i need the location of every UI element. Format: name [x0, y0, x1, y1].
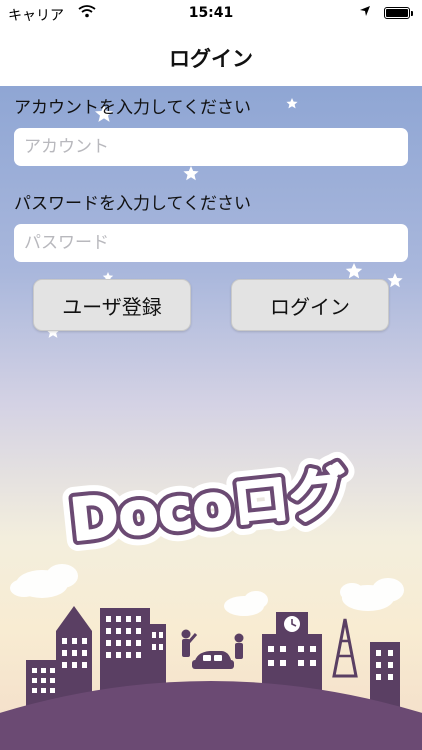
app-logo: Docoログ Docoログ Docoログ	[56, 447, 362, 566]
register-button[interactable]: ユーザ登録	[33, 279, 191, 331]
cloud-icon	[10, 564, 78, 598]
cloud-icon	[340, 578, 404, 611]
password-label: パスワードを入力してください	[14, 194, 251, 214]
star-icon	[183, 166, 199, 181]
login-button[interactable]: ログイン	[231, 279, 389, 331]
page-title: ログイン	[169, 47, 253, 71]
navigation-bar: ログイン	[0, 28, 422, 87]
star-icon	[345, 263, 363, 279]
location-arrow-icon	[360, 5, 370, 19]
status-bar: キャリア 15:41	[0, 0, 422, 28]
star-icon	[387, 273, 403, 288]
status-time: 15:41	[188, 5, 234, 21]
logo-text: Docoログ	[67, 458, 351, 555]
star-icon	[286, 98, 298, 109]
account-input[interactable]	[14, 128, 408, 166]
battery-full-icon	[384, 7, 413, 19]
account-label: アカウントを入力してください	[14, 98, 251, 118]
city-skyline	[0, 606, 422, 750]
clouds	[10, 564, 404, 616]
background-illustration: Docoログ Docoログ Docoログ	[0, 98, 422, 750]
password-input[interactable]	[14, 224, 408, 262]
login-content: Docoログ Docoログ Docoログ アカウントを入力してください アカウン…	[0, 86, 422, 750]
cloud-icon	[224, 591, 268, 616]
